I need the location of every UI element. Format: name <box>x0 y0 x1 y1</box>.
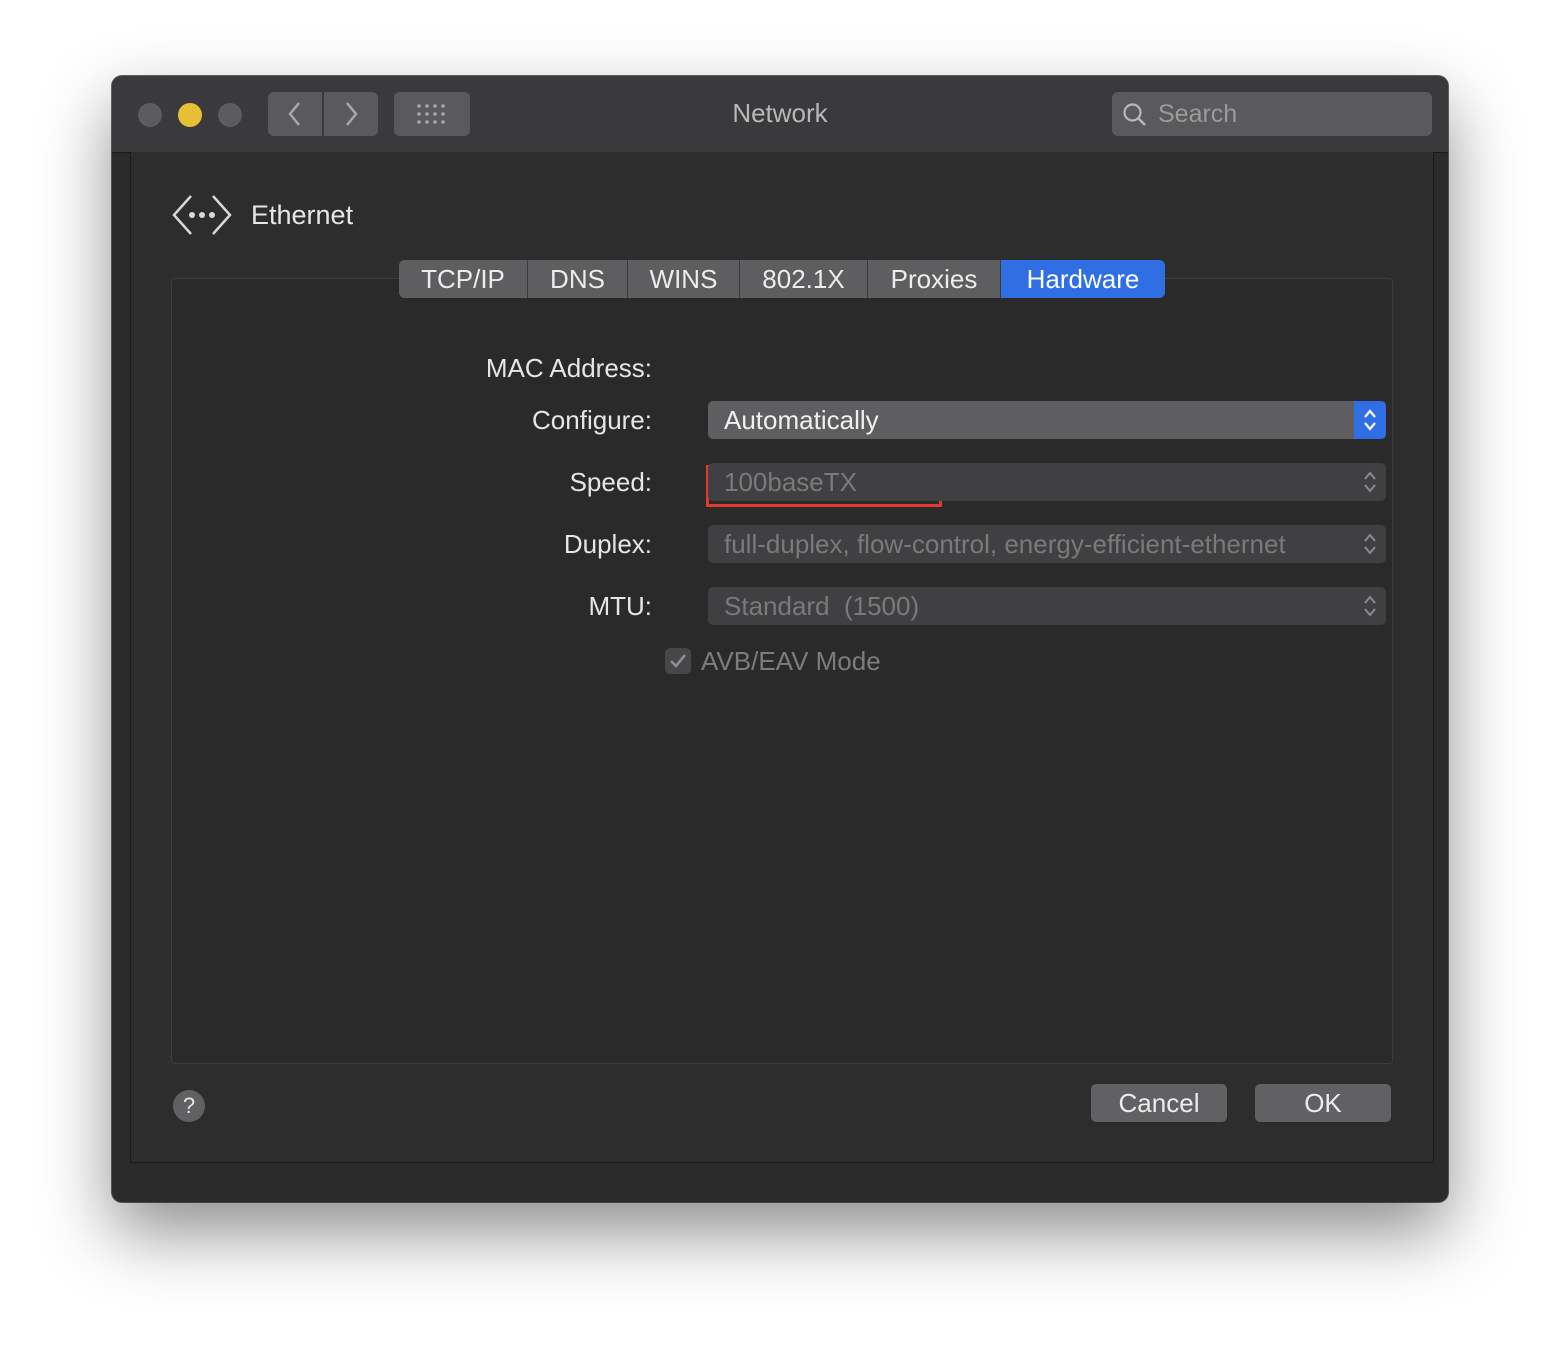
avb-eav-label: AVB/EAV Mode <box>701 646 881 676</box>
cancel-button[interactable]: Cancel <box>1091 1084 1227 1122</box>
up-down-arrows-icon <box>1364 471 1376 493</box>
mtu-popup[interactable]: Standard (1500) <box>708 587 1386 625</box>
up-down-arrows-icon <box>1364 409 1376 431</box>
configure-popup[interactable]: Automatically <box>708 401 1386 439</box>
duplex-popup[interactable]: full-duplex, flow-control, energy-effici… <box>708 525 1386 563</box>
avb-eav-checkbox[interactable] <box>665 648 691 674</box>
tab-hardware[interactable]: Hardware <box>1001 260 1165 298</box>
search-field[interactable]: Search <box>1112 92 1432 136</box>
tab-proxies[interactable]: Proxies <box>868 260 1001 298</box>
interface-name: Ethernet <box>251 200 354 230</box>
mtu-label: MTU: <box>588 591 652 621</box>
speed-popup[interactable]: 100baseTX <box>708 463 1386 501</box>
tab-802-1x[interactable]: 802.1X <box>740 260 868 298</box>
mtu-value: Standard (1500) <box>724 591 920 621</box>
stepper-arrows <box>1354 525 1386 563</box>
network-preferences-window: Network Search Ethernet MAC Address: Con… <box>112 76 1448 1202</box>
help-button[interactable]: ? <box>173 1090 205 1122</box>
stepper-arrows <box>1354 401 1386 439</box>
search-icon <box>1123 103 1146 126</box>
duplex-label: Duplex: <box>563 529 652 559</box>
speed-value: 100baseTX <box>724 467 857 497</box>
advanced-settings-sheet: Ethernet MAC Address: Configure: Automat… <box>130 152 1434 1163</box>
title-bar: Network Search <box>112 76 1448 153</box>
duplex-value: full-duplex, flow-control, energy-effici… <box>724 529 1286 559</box>
mac-address-label: MAC Address: <box>485 353 652 383</box>
configure-value: Automatically <box>724 405 879 435</box>
tab-dns[interactable]: DNS <box>528 260 628 298</box>
checkmark-icon <box>670 654 687 668</box>
search-placeholder: Search <box>1158 100 1238 128</box>
up-down-arrows-icon <box>1364 533 1376 555</box>
stepper-arrows <box>1354 587 1386 625</box>
tab-bar: TCP/IP DNS WINS 802.1X Proxies Hardware <box>399 260 1165 298</box>
ok-button[interactable]: OK <box>1255 1084 1391 1122</box>
tab-tcp-ip[interactable]: TCP/IP <box>399 260 528 298</box>
stepper-arrows <box>1354 463 1386 501</box>
speed-label: Speed: <box>569 467 652 497</box>
configure-label: Configure: <box>532 405 652 435</box>
ethernet-icon <box>172 195 232 235</box>
tab-wins[interactable]: WINS <box>628 260 740 298</box>
up-down-arrows-icon <box>1364 595 1376 617</box>
